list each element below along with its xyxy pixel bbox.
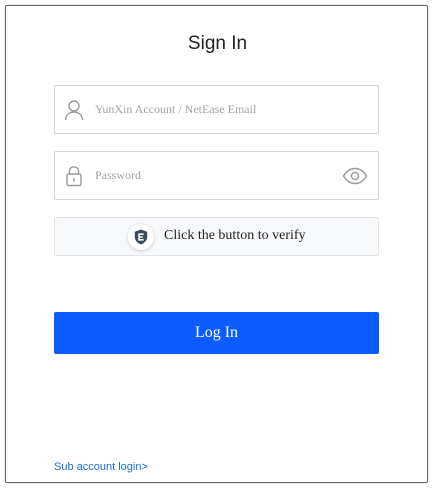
shield-icon — [128, 224, 154, 250]
eye-icon[interactable] — [342, 167, 368, 185]
account-input[interactable] — [95, 86, 335, 133]
sign-in-panel: Sign In YunXin Account / NetEase Email C… — [5, 5, 428, 483]
password-field[interactable] — [54, 151, 379, 200]
verify-label: Click the button to verify — [164, 228, 306, 243]
verify-button[interactable]: Click the button to verify — [54, 217, 379, 256]
password-input[interactable] — [95, 152, 335, 199]
sub-account-login-link[interactable]: Sub account login> — [54, 461, 148, 473]
page-title: Sign In — [187, 33, 248, 54]
account-field[interactable] — [54, 85, 379, 134]
user-icon — [64, 99, 84, 121]
login-button[interactable]: Log In — [54, 312, 379, 354]
lock-icon — [64, 165, 84, 187]
